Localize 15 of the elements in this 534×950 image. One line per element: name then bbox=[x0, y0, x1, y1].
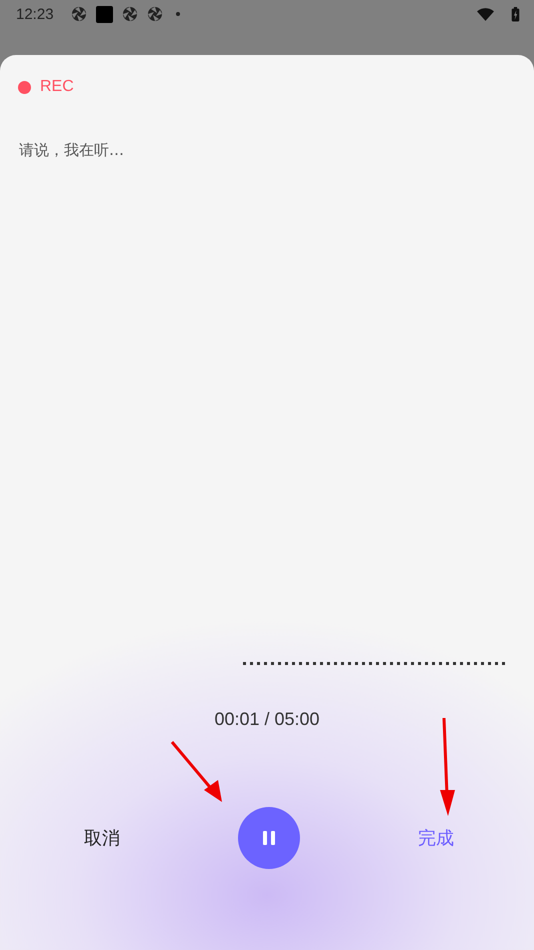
notification-icon bbox=[70, 6, 87, 22]
notification-icon bbox=[146, 6, 163, 22]
timer-text: 00:01 / 05:00 bbox=[214, 708, 320, 730]
battery-charging-icon bbox=[511, 6, 520, 22]
more-notifications-icon bbox=[176, 12, 180, 16]
cancel-button[interactable]: 取消 bbox=[78, 822, 126, 854]
notification-icon bbox=[96, 6, 113, 22]
prompt-text: 请说，我在听… bbox=[19, 140, 125, 160]
done-button[interactable]: 完成 bbox=[412, 822, 460, 854]
recording-dot-icon bbox=[18, 80, 31, 94]
pause-icon bbox=[262, 830, 276, 846]
wifi-icon bbox=[477, 8, 494, 20]
notification-icon bbox=[122, 6, 138, 22]
status-time: 12:23 bbox=[16, 6, 54, 22]
recording-label: REC bbox=[40, 78, 74, 96]
